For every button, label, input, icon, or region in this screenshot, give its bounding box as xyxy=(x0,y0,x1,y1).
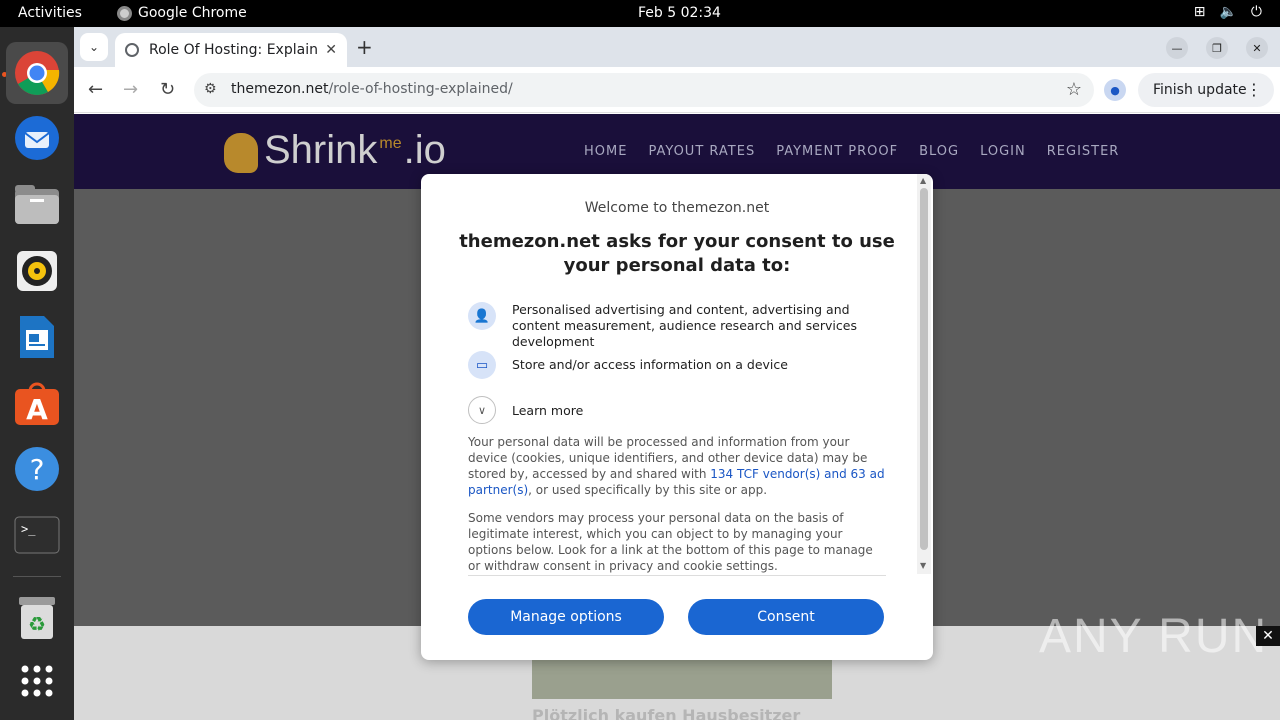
power-icon: ⏻ xyxy=(1250,4,1262,20)
nav-home[interactable]: HOME xyxy=(584,144,627,159)
logo-me: me xyxy=(379,135,402,152)
files-icon[interactable] xyxy=(6,174,68,236)
back-button[interactable]: ← xyxy=(88,79,103,100)
forward-button[interactable]: → xyxy=(123,79,138,100)
purpose-text: Store and/or access information on a dev… xyxy=(512,357,788,372)
chrome-icon[interactable] xyxy=(6,42,68,104)
bookmark-star-icon[interactable]: ☆ xyxy=(1066,79,1082,100)
logo-text: Shrink xyxy=(264,128,378,172)
writer-icon[interactable] xyxy=(6,306,68,368)
help-icon[interactable]: ? xyxy=(6,438,68,500)
para1-after: , or used specifically by this site or a… xyxy=(528,483,768,497)
close-window-button[interactable]: ✕ xyxy=(1246,37,1268,59)
hand-logo-icon xyxy=(224,133,258,173)
tab-active[interactable]: Role Of Hosting: Explained ✕ xyxy=(115,33,347,67)
tab-title: Role Of Hosting: Explained xyxy=(149,42,318,58)
svg-text:>_: >_ xyxy=(21,522,36,536)
consent-paragraph-1: Your personal data will be processed and… xyxy=(468,434,886,498)
consent-scroll-area[interactable]: Welcome to themezon.net themezon.net ask… xyxy=(421,174,919,574)
purpose-item: 👤 Personalised advertising and content, … xyxy=(468,302,892,350)
scroll-down-icon[interactable]: ▼ xyxy=(920,561,926,570)
nav-login[interactable]: LOGIN xyxy=(980,144,1026,159)
ad-close-icon[interactable]: ✕ xyxy=(1256,626,1280,646)
nav-payout-rates[interactable]: PAYOUT RATES xyxy=(648,144,755,159)
nav-payment-proof[interactable]: PAYMENT PROOF xyxy=(776,144,898,159)
page-viewport: Shrink me .io HOME PAYOUT RATES PAYMENT … xyxy=(74,114,1280,720)
purpose-item: ▭ Store and/or access information on a d… xyxy=(468,351,892,379)
clock[interactable]: Feb 5 02:34 xyxy=(638,5,721,21)
consent-welcome: Welcome to themezon.net xyxy=(584,200,770,216)
kebab-menu-icon: ⋮ xyxy=(1246,80,1262,99)
close-tab-icon[interactable]: ✕ xyxy=(325,42,337,58)
chevron-down-icon: ∨ xyxy=(468,396,496,424)
chevron-down-icon: ⌄ xyxy=(88,40,100,54)
nav-blog[interactable]: BLOG xyxy=(919,144,959,159)
site-info-icon[interactable]: ⚙ xyxy=(204,81,217,97)
chrome-window: ⌄ Role Of Hosting: Explained ✕ + — ❐ ✕ ←… xyxy=(74,27,1280,720)
profile-avatar-icon[interactable]: ● xyxy=(1104,79,1126,101)
tab-strip: ⌄ Role Of Hosting: Explained ✕ + — ❐ ✕ xyxy=(74,27,1280,67)
thunderbird-icon[interactable] xyxy=(6,107,68,169)
finish-update-button[interactable]: Finish update ⋮ xyxy=(1138,73,1274,107)
logo-suffix: .io xyxy=(403,128,446,172)
svg-text:♻: ♻ xyxy=(28,612,46,636)
app-menu[interactable]: Google Chrome xyxy=(117,5,247,21)
scrollbar-thumb[interactable] xyxy=(920,188,928,550)
terminal-icon[interactable]: >_ xyxy=(6,504,68,566)
finish-update-label: Finish update xyxy=(1153,82,1247,98)
reload-button[interactable]: ↻ xyxy=(160,79,175,100)
chrome-small-icon xyxy=(117,5,132,21)
toolbar: ← → ↻ ⚙ themezon.net/role-of-hosting-exp… xyxy=(74,67,1280,113)
purpose-text: Personalised advertising and content, ad… xyxy=(512,302,857,349)
ad-headline[interactable]: Plötzlich kaufen Hausbesitzer xyxy=(532,706,800,720)
activities-button[interactable]: Activities xyxy=(18,5,82,21)
url-domain: themezon.net xyxy=(231,81,329,97)
url-path: /role-of-hosting-explained/ xyxy=(328,81,513,97)
app-grid-icon[interactable] xyxy=(6,650,68,712)
app-name: Google Chrome xyxy=(138,5,247,21)
system-tray[interactable]: ⊞ 🔈 ⏻ xyxy=(1194,4,1262,20)
site-nav: HOME PAYOUT RATES PAYMENT PROOF BLOG LOG… xyxy=(584,144,1119,159)
dock: A ? >_ ♻ xyxy=(0,27,74,720)
address-bar[interactable]: ⚙ themezon.net/role-of-hosting-explained… xyxy=(194,73,1094,107)
learn-more-toggle[interactable]: ∨ Learn more xyxy=(468,396,583,424)
new-tab-button[interactable]: + xyxy=(356,35,373,59)
rhythmbox-icon[interactable] xyxy=(6,240,68,302)
site-logo[interactable]: Shrink me .io xyxy=(224,128,446,173)
minimize-button[interactable]: — xyxy=(1166,37,1188,59)
person-icon: 👤 xyxy=(468,302,496,330)
tab-search-button[interactable]: ⌄ xyxy=(80,33,108,61)
consent-divider xyxy=(468,575,886,576)
nav-register[interactable]: REGISTER xyxy=(1047,144,1120,159)
app-center-icon[interactable]: A xyxy=(6,372,68,434)
maximize-button[interactable]: ❐ xyxy=(1206,37,1228,59)
svg-text:?: ? xyxy=(30,453,45,486)
url-text[interactable]: themezon.net/role-of-hosting-explained/ xyxy=(231,81,513,97)
volume-icon: 🔈 xyxy=(1219,4,1237,20)
ad-image[interactable] xyxy=(532,659,832,699)
globe-icon xyxy=(125,43,139,57)
consent-dialog: Welcome to themezon.net themezon.net ask… xyxy=(421,174,933,660)
svg-text:A: A xyxy=(26,393,48,425)
manage-options-button[interactable]: Manage options xyxy=(468,599,664,635)
trash-icon[interactable]: ♻ xyxy=(6,587,68,649)
consent-heading: themezon.net asks for your consent to us… xyxy=(459,231,895,276)
consent-button[interactable]: Consent xyxy=(688,599,884,635)
consent-scrollbar[interactable]: ▲ ▼ xyxy=(917,174,931,574)
network-icon: ⊞ xyxy=(1193,4,1206,20)
consent-paragraph-2: Some vendors may process your personal d… xyxy=(468,511,873,573)
learn-more-label: Learn more xyxy=(512,402,584,418)
devices-icon: ▭ xyxy=(468,351,496,379)
anyrun-watermark: ANY RUN xyxy=(1039,610,1269,663)
dock-separator xyxy=(13,576,61,577)
top-bar: Activities Google Chrome Feb 5 02:34 ⊞ 🔈… xyxy=(0,0,1280,27)
scroll-up-icon[interactable]: ▲ xyxy=(920,176,926,185)
